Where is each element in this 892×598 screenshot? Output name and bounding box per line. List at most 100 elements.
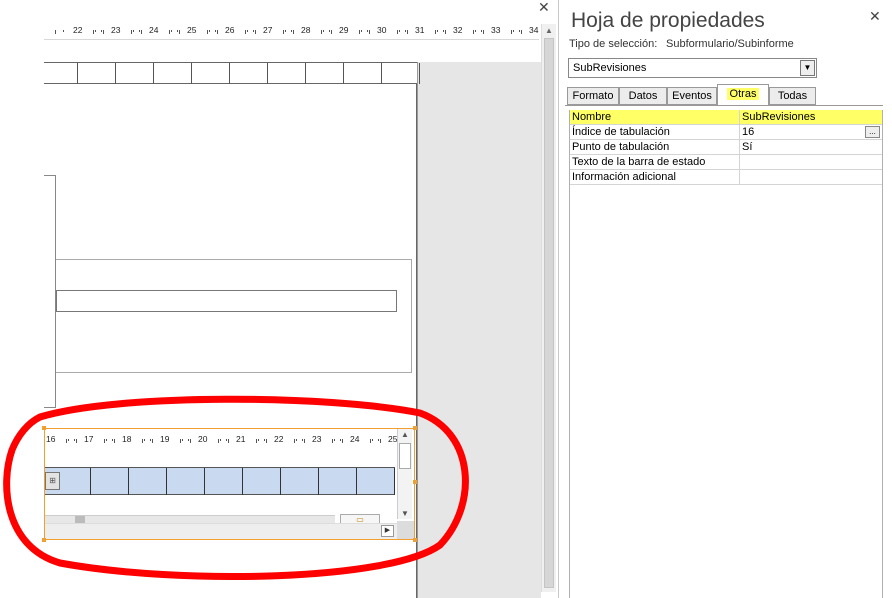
ruler-tick	[510, 30, 512, 34]
scrollbar-thumb[interactable]	[544, 38, 554, 588]
ruler-tick	[304, 439, 306, 443]
ruler-tick	[436, 30, 438, 32]
text-field-control[interactable]	[56, 290, 397, 312]
subform-control[interactable]: 16 17 18 19 20 21 22 23 24 25 ⊞ ▲ ▼ ▭ ▶	[44, 428, 415, 540]
ruler-number: 25	[388, 434, 397, 444]
tab-formato[interactable]: Formato	[567, 87, 619, 105]
property-row-informacion-adicional[interactable]: Información adicional	[570, 170, 882, 185]
tab-eventos[interactable]: Eventos	[667, 87, 717, 105]
ruler-number: 20	[198, 434, 208, 444]
ruler-tick	[282, 30, 284, 34]
ruler-tick	[331, 30, 333, 34]
builder-button[interactable]: ...	[865, 126, 880, 138]
ruler-number: 29	[339, 25, 349, 35]
ruler-tick	[103, 30, 105, 34]
property-value[interactable]: Sí	[742, 141, 752, 153]
selection-type-value: Subformulario/Subinforme	[666, 38, 794, 50]
scroll-up-icon[interactable]: ▲	[545, 26, 553, 35]
ruler-tick	[217, 30, 219, 34]
tab-todas[interactable]: Todas	[769, 87, 816, 105]
property-name: Índice de tabulación	[572, 126, 670, 138]
scrollbar-thumb[interactable]	[399, 443, 411, 469]
scroll-down-icon[interactable]: ▼	[401, 509, 409, 518]
group-frame-inner[interactable]	[56, 259, 412, 373]
grid-column-divider	[305, 63, 306, 84]
ruler-tick	[329, 30, 331, 32]
row-selector[interactable]: ⊞	[45, 472, 60, 490]
vertical-scrollbar[interactable]: ▲	[541, 24, 556, 592]
tab-otras[interactable]: Otras	[717, 84, 769, 106]
datasheet-column-divider	[204, 468, 205, 495]
ruler-tick	[246, 30, 248, 32]
ruler-tick	[521, 30, 523, 34]
grid-column-divider	[343, 63, 344, 84]
ruler-tick	[150, 439, 152, 441]
ruler-tick	[266, 439, 268, 443]
ruler-tick	[65, 439, 67, 443]
subform-horizontal-scrollbar[interactable]	[45, 515, 335, 523]
scrollbar-thumb[interactable]	[75, 516, 85, 523]
chevron-down-icon[interactable]: ▼	[800, 60, 815, 76]
resize-grip[interactable]	[397, 521, 414, 539]
ruler-tick	[76, 439, 78, 443]
ruler-tick	[54, 30, 56, 34]
ruler-tick	[130, 30, 132, 34]
grid-column-divider	[419, 63, 420, 84]
property-row-nombre[interactable]: Nombre SubRevisiones	[570, 110, 882, 125]
ruler-tick	[170, 30, 172, 32]
scroll-right-icon[interactable]: ▶	[381, 525, 394, 537]
access-window: ✕ 22 23 24 25 26 27 28 29 30 31 32 33 34 ▲ 16 17 18 19 2…	[0, 0, 892, 598]
datasheet-column-divider	[166, 468, 167, 495]
ruler-tick	[322, 30, 324, 32]
resize-handle[interactable]	[413, 480, 417, 484]
property-row-punto-tabulacion[interactable]: Punto de tabulación Sí	[570, 140, 882, 155]
ruler-tick	[407, 30, 409, 34]
datasheet-column-divider	[318, 468, 319, 495]
ruler-tick	[445, 30, 447, 34]
ruler-tick	[152, 439, 154, 443]
form-header-grid	[44, 62, 420, 84]
scroll-up-icon[interactable]: ▲	[401, 430, 409, 439]
object-selector-combo[interactable]: SubRevisiones ▼	[568, 58, 817, 78]
ruler-tick	[474, 30, 476, 32]
subform-datasheet-row[interactable]: ⊞	[45, 467, 395, 495]
ruler-number: 30	[377, 25, 387, 35]
resize-handle[interactable]	[42, 426, 46, 430]
grid-column-divider	[153, 63, 154, 84]
grid-column-divider	[191, 63, 192, 84]
ruler-number: 22	[73, 25, 83, 35]
ruler-tick	[168, 30, 170, 34]
resize-handle[interactable]	[413, 538, 417, 542]
ruler-tick	[481, 30, 483, 32]
ruler-number: 31	[415, 25, 425, 35]
ruler-number: 16	[46, 434, 56, 444]
property-row-indice-tabulacion[interactable]: Índice de tabulación 16 ...	[570, 125, 882, 140]
property-row-texto-barra-estado[interactable]: Texto de la barra de estado	[570, 155, 882, 170]
ruler-tick	[434, 30, 436, 34]
datasheet-column-divider	[128, 468, 129, 495]
close-icon[interactable]: ✕	[538, 0, 550, 14]
ruler-tick	[255, 30, 257, 34]
close-icon[interactable]: ✕	[869, 9, 881, 23]
ruler-tick	[101, 30, 103, 32]
ruler-tick	[190, 439, 192, 443]
property-value[interactable]: SubRevisiones	[742, 111, 815, 123]
property-sheet-pane: Hoja de propiedades ✕ Tipo de selección:…	[558, 0, 892, 598]
subform-footer-bar	[45, 523, 397, 539]
group-frame[interactable]	[44, 175, 56, 408]
ruler-tick	[405, 30, 407, 32]
ruler-tick	[63, 30, 65, 32]
resize-handle[interactable]	[42, 538, 46, 542]
property-sheet-title: Hoja de propiedades	[571, 9, 765, 32]
resize-handle[interactable]	[413, 426, 417, 430]
ruler-tick	[378, 439, 380, 441]
grid-column-divider	[229, 63, 230, 84]
property-value[interactable]: 16	[742, 126, 754, 138]
ruler-tick	[483, 30, 485, 34]
ruler-number: 21	[236, 434, 246, 444]
tab-datos[interactable]: Datos	[619, 87, 667, 105]
ruler-number: 24	[149, 25, 159, 35]
ruler-tick	[228, 439, 230, 443]
ruler-tick	[105, 439, 107, 441]
subform-vertical-scrollbar[interactable]: ▲ ▼	[397, 429, 412, 519]
